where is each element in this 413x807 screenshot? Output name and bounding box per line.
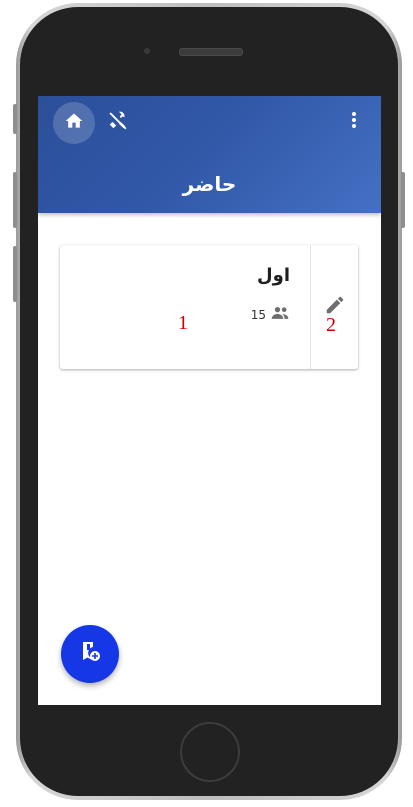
home-button[interactable] [53,102,95,144]
member-count: 15 [251,305,290,324]
home-icon [64,111,84,135]
add-bookmark-icon [78,640,102,668]
app-bar: حاضر [38,96,381,213]
phone-camera [144,48,150,54]
phone-home-button[interactable] [180,722,240,782]
people-icon [270,305,290,324]
overflow-menu-button[interactable] [344,108,364,136]
member-count-value: 15 [250,307,266,322]
phone-speaker [179,48,243,56]
page-title: حاضر [182,172,237,196]
app-screen: حاضر اول 15 1 2 [38,96,381,705]
add-group-fab[interactable] [61,625,119,683]
phone-volume-up [13,172,17,228]
phone-power-button [401,172,405,228]
phone-volume-down [13,246,17,302]
group-card-body[interactable]: اول 15 1 [60,245,310,369]
more-vertical-icon [351,111,357,133]
group-title: اول [257,265,290,286]
tools-off-button[interactable] [104,108,132,136]
edit-group-button[interactable] [311,245,358,369]
annotation-label-1: 1 [178,312,188,334]
group-card[interactable]: اول 15 1 2 [60,245,358,369]
phone-mute-switch [13,104,17,134]
tools-off-icon [107,109,129,135]
annotation-label-2: 2 [326,314,336,336]
